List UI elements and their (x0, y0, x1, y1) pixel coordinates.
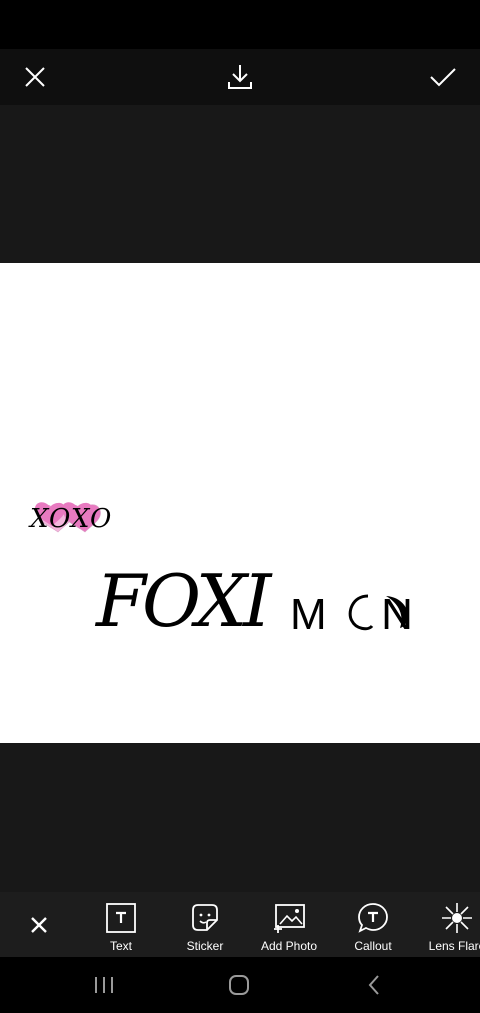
edited-image[interactable]: XOXO FOXI M N (0, 263, 480, 743)
tool-text[interactable]: Text (79, 892, 163, 957)
tool-add-photo[interactable]: Add Photo (247, 892, 331, 957)
top-action-bar (0, 49, 480, 105)
script-text[interactable]: FOXI (94, 559, 277, 643)
tool-callout[interactable]: Callout (331, 892, 415, 957)
text-icon (106, 903, 136, 933)
xoxo-sticker[interactable]: XOXO (28, 502, 112, 534)
callout-icon (358, 903, 388, 933)
home-button[interactable] (209, 965, 269, 1005)
add-photo-icon (274, 904, 305, 933)
xoxo-text: XOXO (28, 504, 112, 534)
tool-lens-flare[interactable]: Lens Flare (415, 892, 480, 957)
logo-artwork: XOXO FOXI M N (28, 502, 413, 643)
system-nav-bar (0, 957, 480, 1013)
tool-sticker[interactable]: Sticker (163, 892, 247, 957)
recent-apps-button[interactable] (74, 965, 134, 1005)
close-icon (31, 917, 47, 933)
tools-toolbar: Text Sticker Add Photo Callout Lens Flar… (0, 892, 480, 957)
sticker-icon (192, 904, 218, 931)
status-bar (0, 0, 480, 49)
back-button[interactable] (344, 965, 404, 1005)
editor-canvas[interactable]: XOXO FOXI M N (0, 105, 480, 892)
apply-button[interactable] (415, 49, 471, 105)
home-icon (229, 975, 249, 995)
close-icon (25, 67, 45, 87)
cancel-button[interactable] (7, 49, 63, 105)
check-icon (430, 68, 456, 87)
download-button[interactable] (212, 49, 268, 105)
download-icon (228, 65, 252, 89)
tool-lens-flare-label: Lens Flare (428, 939, 480, 953)
close-tools-button[interactable] (16, 908, 62, 942)
lens-flare-icon (442, 903, 472, 933)
back-icon (368, 975, 379, 995)
recent-apps-icon (95, 977, 113, 993)
